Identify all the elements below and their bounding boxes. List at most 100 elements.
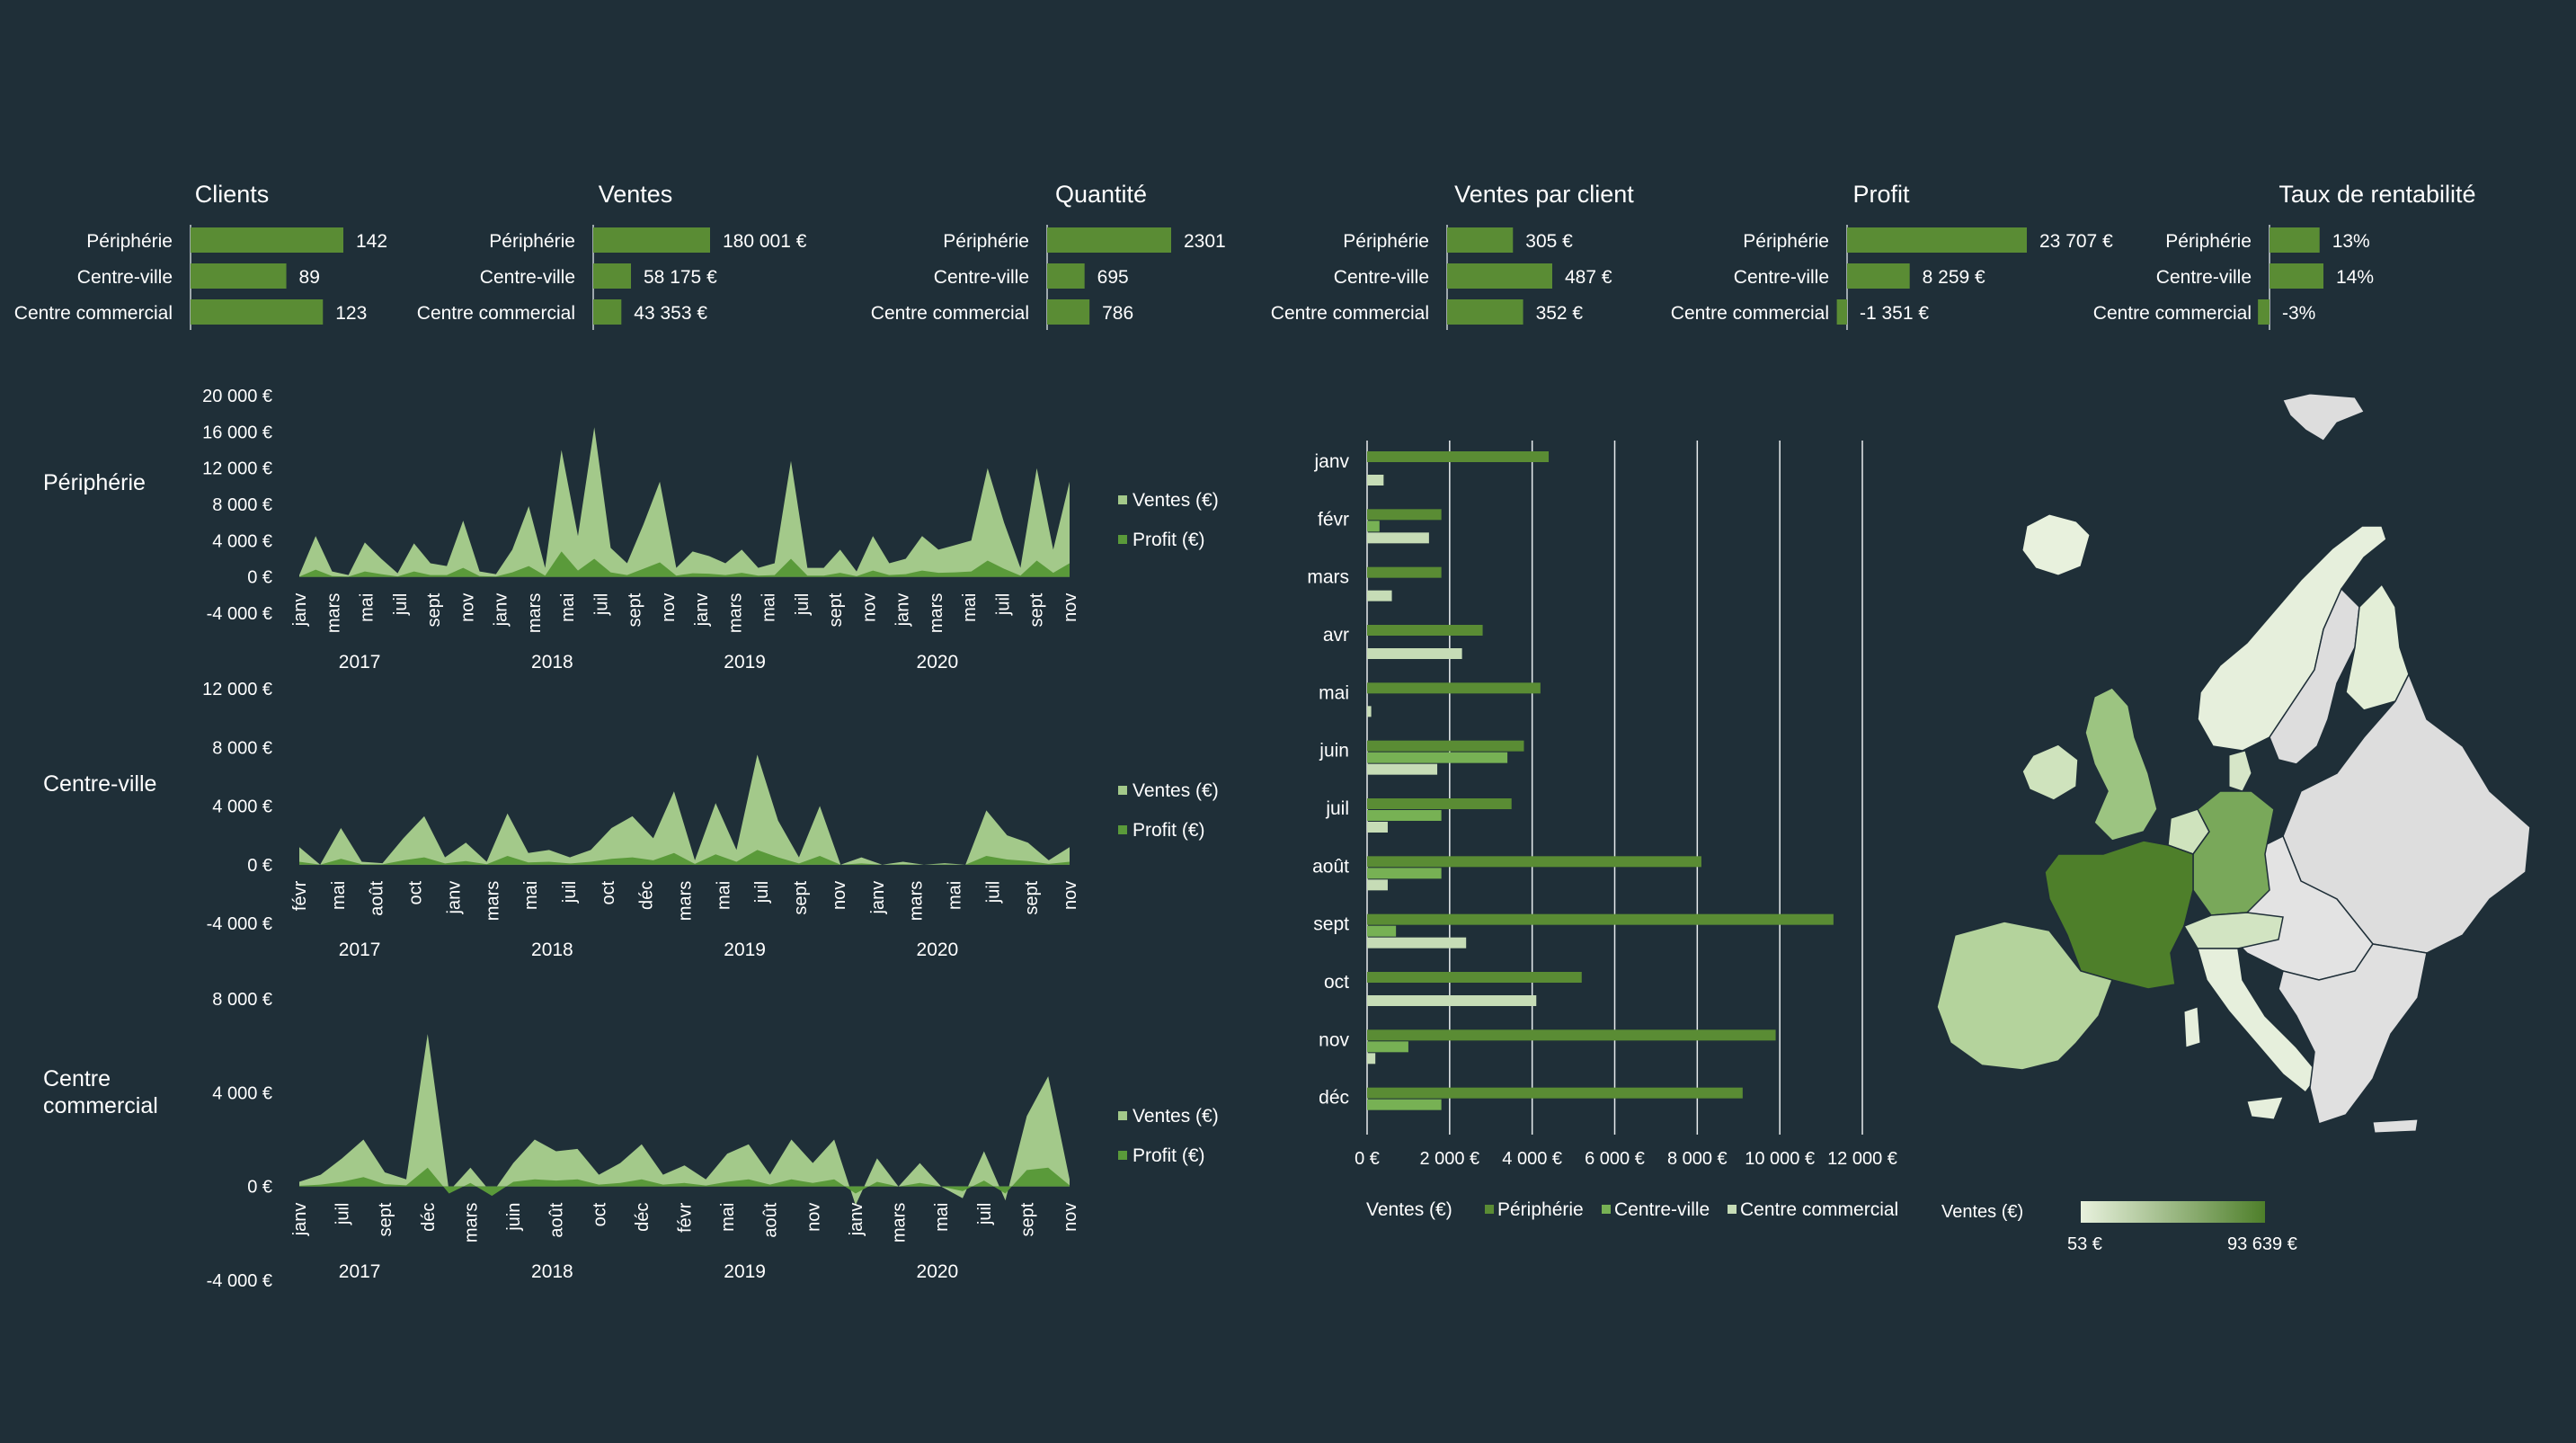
x-tick-label: janv: [290, 593, 310, 628]
kpi-row-label: Centre-ville: [480, 267, 575, 288]
legend-swatch: [1118, 1151, 1127, 1160]
x-tick-label: nov: [859, 593, 879, 622]
y-tick-label: 4 000 €: [212, 797, 272, 817]
x-tick-label: mai: [558, 593, 578, 622]
x-tick-label: 0 €: [1355, 1149, 1380, 1169]
map-region-irlande: [2021, 744, 2079, 801]
kpi-bar: [593, 263, 632, 289]
bar-peripherie: [1367, 913, 1834, 925]
area-chart-centre-ville: Centre-ville -4 000 € 0 € 4 000 € 8 000 € 12 …: [43, 680, 1219, 960]
kpi-ventes: Ventes Périphérie 180 001 € Centre-ville 58 …: [417, 181, 807, 330]
kpi-row-label: Périphérie: [1743, 231, 1829, 252]
kpi-row-label: Centre commercial: [417, 303, 575, 324]
x-tick-label: sept: [1027, 592, 1047, 627]
x-tick-label: juil: [993, 593, 1013, 616]
kpi-ventes-par-client: Ventes par client Périphérie 305 € Centre-v…: [1271, 181, 1634, 330]
bar-centre-commercial: [1367, 937, 1467, 949]
area-chart-title: Périphérie: [43, 470, 146, 495]
bar-centre-commercial: [1367, 475, 1384, 485]
kpi-bar: [1047, 263, 1085, 289]
x-tick-label: sept: [626, 592, 645, 627]
kpi-bar: [191, 263, 287, 289]
x-tick-label: mai: [329, 881, 349, 910]
month-label: mars: [1307, 567, 1349, 588]
map-region-svalbard: [2282, 393, 2365, 441]
bar-peripherie: [1367, 509, 1442, 521]
bar-peripherie: [1367, 451, 1550, 462]
area-chart-centre-commercial: Centrecommercial -4 000 € 0 € 4 000 € 8 000 …: [43, 990, 1219, 1291]
kpi-bar: [1447, 227, 1514, 253]
x-tick-label: janv: [893, 593, 913, 628]
bar-centre-commercial: [1367, 706, 1372, 717]
kpi-title: Taux de rentabilité: [2278, 181, 2475, 208]
bar-peripherie: [1367, 625, 1483, 636]
kpi-row-label: Centre-ville: [2156, 267, 2252, 288]
year-label: 2019: [724, 940, 766, 960]
kpi-value-label: 23 707 €: [2039, 231, 2113, 252]
kpi-bar: [1847, 227, 2027, 253]
kpi-row-label: Centre commercial: [14, 303, 173, 324]
legend-label: Ventes (€): [1133, 780, 1219, 801]
y-tick-label: 0 €: [247, 1178, 272, 1198]
bar-centre-ville: [1367, 810, 1442, 821]
x-tick-label: 2 000 €: [1419, 1149, 1479, 1169]
bar-centre-ville: [1367, 521, 1380, 532]
month-label: août: [1312, 856, 1349, 877]
kpi-bar: [2270, 263, 2323, 289]
y-tick-label: 12 000 €: [202, 680, 272, 699]
x-tick-label: mai: [718, 1203, 738, 1232]
kpi-title: Clients: [195, 181, 270, 208]
x-tick-label: mars: [907, 881, 927, 921]
kpi-profit: Profit Périphérie 23 707 € Centre-ville 8 25…: [1671, 181, 2113, 330]
kpi-row-label: Centre-ville: [1734, 267, 1829, 288]
kpi-row-label: Périphérie: [86, 231, 173, 252]
x-tick-label: janv: [692, 593, 712, 628]
kpi-value-label: 123: [335, 303, 367, 324]
kpi-value-label: 89: [299, 267, 320, 288]
y-tick-label: 8 000 €: [212, 990, 272, 1010]
kpi-value-label: 2301: [1184, 231, 1226, 252]
kpi-bar: [2270, 227, 2320, 253]
bar-centre-commercial: [1367, 995, 1537, 1006]
kpi-bar: [191, 299, 324, 325]
kpi-quantite: Quantité Périphérie 2301 Centre-ville 695 Cen…: [871, 181, 1226, 330]
year-label: 2018: [531, 652, 573, 673]
x-tick-label: janv: [868, 881, 888, 915]
kpi-bar: [593, 227, 710, 253]
kpi-value-label: 352 €: [1536, 303, 1584, 324]
legend-label: Centre commercial: [1740, 1199, 1898, 1220]
x-tick-label: nov: [1061, 881, 1080, 910]
year-label: 2017: [339, 940, 381, 960]
kpi-value-label: 13%: [2332, 231, 2370, 252]
x-tick-label: déc: [633, 1203, 653, 1232]
x-tick-label: juil: [591, 593, 611, 616]
map-region-royaume-uni: [2084, 687, 2158, 842]
bar-centre-ville: [1367, 868, 1442, 879]
y-tick-label: 8 000 €: [212, 495, 272, 515]
kpi-row-label: Centre-ville: [1334, 267, 1429, 288]
kpi-panels: Clients Périphérie 142 Centre-ville 89 Centre…: [14, 181, 2476, 330]
x-tick-label: août: [761, 1202, 781, 1237]
x-tick-label: nov: [1061, 1203, 1080, 1232]
kpi-bar: [1836, 299, 1847, 325]
kpi-bar: [593, 299, 622, 325]
x-tick-label: mai: [945, 881, 964, 910]
bar-centre-commercial: [1367, 879, 1388, 891]
y-tick-label: 4 000 €: [212, 531, 272, 551]
x-tick-label: mars: [725, 593, 745, 633]
kpi-bar: [1447, 263, 1552, 289]
legend-swatch: [1118, 1111, 1127, 1120]
y-tick-label: 12 000 €: [202, 459, 272, 479]
legend-label: Ventes (€): [1133, 1106, 1219, 1127]
x-tick-label: juil: [560, 881, 580, 904]
x-tick-label: mai: [714, 881, 733, 910]
year-label: 2019: [724, 1261, 766, 1282]
year-label: 2018: [531, 1261, 573, 1282]
area-series-ventes: [299, 754, 1070, 865]
kpi-bar: [1047, 299, 1090, 325]
kpi-bar: [1447, 299, 1523, 325]
x-tick-label: mars: [676, 881, 696, 921]
kpi-row-label: Centre-ville: [77, 267, 173, 288]
bar-centre-commercial: [1367, 590, 1392, 601]
y-tick-label: 20 000 €: [202, 387, 272, 406]
